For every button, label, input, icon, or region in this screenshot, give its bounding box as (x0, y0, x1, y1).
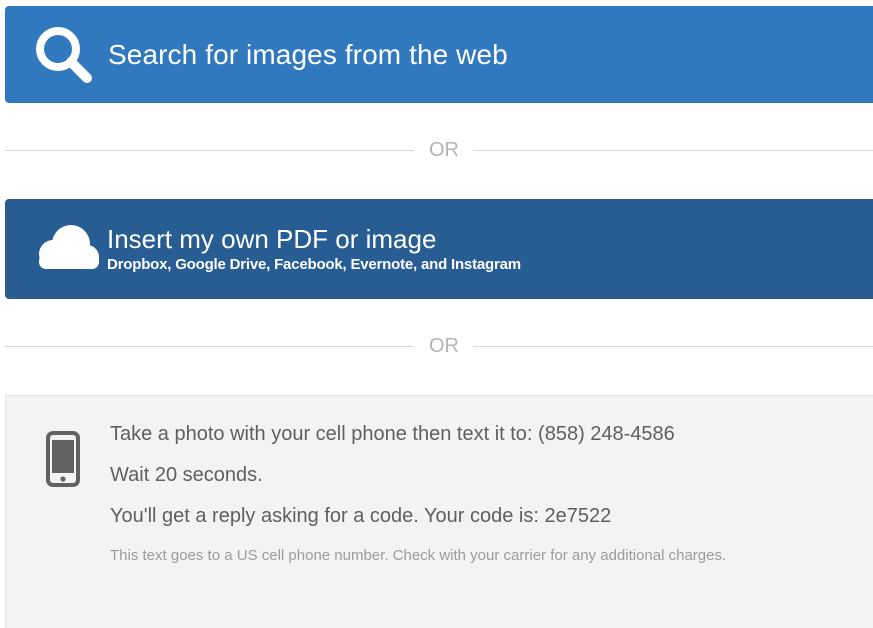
cloud-icon (29, 219, 101, 279)
image-source-panel: Search for images from the web OR Insert… (0, 0, 873, 628)
or-divider: OR (5, 334, 873, 358)
phone-icon (45, 431, 81, 487)
search-icon (32, 23, 96, 87)
instruction-step-code: You'll get a reply asking for a code. Yo… (110, 505, 612, 527)
divider-line (5, 149, 414, 151)
search-web-images-label: Search for images from the web (108, 38, 508, 70)
instruction-step-wait: Wait 20 seconds. (110, 464, 263, 486)
text-photo-instructions: Take a photo with your cell phone then t… (110, 422, 840, 569)
carrier-charges-note: This text goes to a US cell phone number… (110, 547, 727, 564)
divider-line (473, 345, 873, 347)
search-web-images-button[interactable]: Search for images from the web (5, 6, 873, 103)
insert-own-file-button[interactable]: Insert my own PDF or image Dropbox, Goog… (5, 199, 873, 299)
text-photo-panel: Take a photo with your cell phone then t… (5, 395, 873, 628)
insert-own-file-text: Insert my own PDF or image Dropbox, Goog… (107, 224, 521, 275)
instruction-step-text-number: Take a photo with your cell phone then t… (110, 423, 675, 445)
insert-own-file-sources: Dropbox, Google Drive, Facebook, Evernot… (107, 255, 521, 273)
or-label: OR (429, 334, 459, 357)
insert-own-file-label: Insert my own PDF or image (107, 223, 437, 254)
divider-line (473, 149, 873, 151)
or-label: OR (429, 138, 459, 161)
or-divider: OR (5, 138, 873, 162)
divider-line (5, 345, 414, 347)
